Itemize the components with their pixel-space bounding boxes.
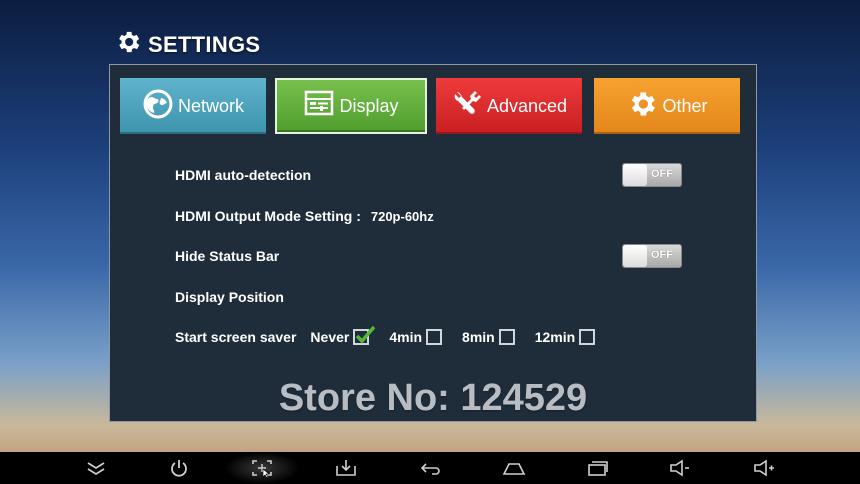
gear-icon bbox=[114, 28, 142, 62]
volume-up-icon[interactable] bbox=[746, 456, 782, 480]
screensaver-option-never[interactable]: Never bbox=[310, 325, 376, 345]
option-label: 8min bbox=[462, 329, 495, 345]
screenshot-icon[interactable] bbox=[244, 456, 280, 480]
display-position-row[interactable]: Display Position bbox=[175, 285, 284, 309]
screensaver-option-4min[interactable]: 4min bbox=[389, 329, 443, 345]
settings-panel: Network Display Advanced Other HDMI auto… bbox=[109, 64, 757, 422]
tab-other-label: Other bbox=[662, 95, 708, 116]
recent-apps-icon[interactable] bbox=[580, 456, 616, 480]
tab-display-label: Display bbox=[339, 95, 399, 116]
home-icon[interactable] bbox=[496, 456, 532, 480]
navigation-bar bbox=[0, 452, 860, 484]
toggle-state: OFF bbox=[651, 168, 673, 180]
hide-status-label: Hide Status Bar bbox=[175, 248, 280, 264]
hdmi-auto-toggle[interactable]: OFF bbox=[622, 163, 682, 187]
store-watermark: Store No: 124529 bbox=[278, 377, 588, 419]
title-text: SETTINGS bbox=[148, 32, 261, 57]
hdmi-output-row[interactable]: HDMI Output Mode Setting : 720p-60hz bbox=[175, 204, 434, 228]
check-icon bbox=[356, 325, 376, 344]
screensaver-option-12min[interactable]: 12min bbox=[534, 329, 596, 345]
volume-down-icon[interactable] bbox=[662, 456, 698, 480]
page-title: SETTINGS bbox=[114, 28, 260, 62]
screensaver-row: Start screen saver Never 4min 8min 12min bbox=[175, 325, 596, 349]
tab-other[interactable]: Other bbox=[594, 78, 740, 134]
tab-network-label: Network bbox=[177, 95, 244, 116]
gear-icon bbox=[626, 88, 658, 125]
hide-bar-icon[interactable] bbox=[78, 456, 114, 480]
back-icon[interactable] bbox=[412, 456, 448, 480]
hdmi-auto-label: HDMI auto-detection bbox=[175, 167, 312, 183]
hdmi-auto-row: HDMI auto-detection bbox=[175, 163, 311, 187]
checkbox[interactable] bbox=[498, 329, 515, 345]
tab-network[interactable]: Network bbox=[120, 78, 266, 134]
hdmi-output-value: 720p-60hz bbox=[370, 208, 434, 224]
option-label: Never bbox=[310, 329, 350, 345]
power-icon[interactable] bbox=[161, 456, 197, 480]
tab-advanced-label: Advanced bbox=[486, 95, 568, 116]
tools-icon bbox=[451, 88, 483, 125]
screensaver-option-8min[interactable]: 8min bbox=[462, 329, 515, 345]
sliders-icon bbox=[303, 88, 335, 125]
hdmi-output-label: HDMI Output Mode Setting : bbox=[175, 208, 361, 224]
option-label: 4min bbox=[389, 329, 423, 345]
download-icon[interactable] bbox=[328, 456, 364, 480]
hide-status-toggle[interactable]: OFF bbox=[622, 244, 682, 268]
globe-icon bbox=[142, 88, 174, 125]
option-label: 12min bbox=[534, 329, 576, 345]
tab-display[interactable]: Display bbox=[275, 78, 427, 134]
toggle-knob bbox=[623, 245, 647, 267]
checkbox[interactable] bbox=[579, 329, 596, 345]
checkbox[interactable] bbox=[426, 329, 443, 345]
hide-status-row: Hide Status Bar bbox=[175, 244, 279, 268]
toggle-state: OFF bbox=[651, 249, 673, 261]
screensaver-label: Start screen saver bbox=[175, 329, 297, 345]
tab-advanced[interactable]: Advanced bbox=[436, 78, 582, 134]
toggle-knob bbox=[623, 164, 647, 186]
display-position-label: Display Position bbox=[175, 289, 284, 305]
checkbox-checked[interactable] bbox=[353, 325, 376, 345]
